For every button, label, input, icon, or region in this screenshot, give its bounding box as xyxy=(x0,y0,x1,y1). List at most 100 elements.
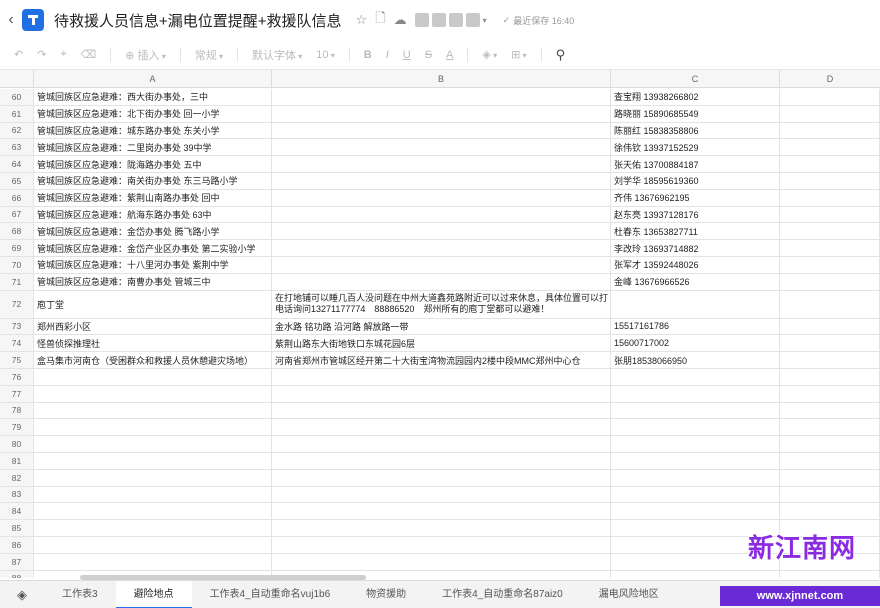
cell-a[interactable] xyxy=(34,520,272,536)
cell-c[interactable] xyxy=(611,402,780,419)
document-info-icon[interactable]: 🗋 xyxy=(375,9,385,31)
italic-icon[interactable]: I xyxy=(386,49,389,61)
cell-d[interactable] xyxy=(780,122,880,139)
cell-b[interactable] xyxy=(272,553,611,570)
cell-a[interactable]: 管城回族区应急避难：紫荆山南路办事处 回中 xyxy=(34,189,272,206)
cell-b[interactable] xyxy=(272,240,611,256)
column-header-b[interactable]: B xyxy=(272,70,611,88)
cell-d[interactable] xyxy=(780,189,880,206)
row-number[interactable]: 74 xyxy=(0,335,34,352)
cell-a[interactable]: 管城回族区应急避难：北下街办事处 回一小学 xyxy=(34,105,272,122)
row-number[interactable]: 73 xyxy=(0,318,34,335)
cell-b[interactable] xyxy=(272,273,611,290)
cell-d[interactable] xyxy=(780,436,880,452)
cell-a[interactable] xyxy=(34,436,272,452)
sheet-tab[interactable]: 物资援助 xyxy=(348,581,424,608)
cell-b[interactable] xyxy=(272,520,611,536)
cell-b[interactable] xyxy=(272,105,611,122)
cell-c[interactable]: 15600717002 xyxy=(611,335,780,352)
row-number[interactable]: 62 xyxy=(0,122,34,139)
cell-d[interactable] xyxy=(780,256,880,273)
cell-b[interactable] xyxy=(272,139,611,156)
cell-c[interactable] xyxy=(611,503,780,520)
cell-d[interactable] xyxy=(780,368,880,385)
cell-a[interactable] xyxy=(34,452,272,469)
cell-d[interactable] xyxy=(780,89,880,105)
cell-c[interactable]: 徐伟钦 13937152529 xyxy=(611,139,780,156)
cell-d[interactable] xyxy=(780,240,880,256)
back-chevron-icon[interactable]: ‹ xyxy=(0,11,22,29)
text-color-icon[interactable]: A xyxy=(446,49,453,61)
row-number[interactable]: 87 xyxy=(0,553,34,570)
cell-a[interactable] xyxy=(34,385,272,402)
cell-d[interactable] xyxy=(780,419,880,436)
insert-button[interactable]: ⊕ 插入 xyxy=(125,47,166,63)
cell-d[interactable] xyxy=(780,172,880,189)
cell-d[interactable] xyxy=(780,223,880,240)
select-all-corner[interactable] xyxy=(0,70,34,88)
avatar[interactable] xyxy=(431,13,446,27)
underline-icon[interactable]: U xyxy=(403,49,411,61)
row-number[interactable]: 70 xyxy=(0,256,34,273)
cell-b[interactable] xyxy=(272,402,611,419)
cell-c[interactable] xyxy=(611,436,780,452)
cell-b[interactable] xyxy=(272,206,611,223)
column-header-a[interactable]: A xyxy=(34,70,272,88)
fill-color-icon[interactable]: ◈ xyxy=(482,48,497,61)
sheet-tab[interactable]: 工作表3 xyxy=(44,581,116,608)
cell-c[interactable]: 张朋18538066950 xyxy=(611,352,780,368)
cell-b[interactable]: 金水路 铭功路 沿河路 解放路一带 xyxy=(272,318,611,335)
cell-d[interactable] xyxy=(780,139,880,156)
cell-a[interactable]: 管城回族区应急避难：二里岗办事处 39中学 xyxy=(34,139,272,156)
cell-a[interactable] xyxy=(34,536,272,553)
row-number[interactable]: 78 xyxy=(0,402,34,419)
cell-d[interactable] xyxy=(780,206,880,223)
sheet-tab[interactable]: 漏电风险地区 xyxy=(581,581,677,608)
cell-c[interactable]: 路晓丽 15890685549 xyxy=(611,105,780,122)
undo-icon[interactable]: ↶ xyxy=(14,48,23,61)
cell-c[interactable] xyxy=(611,452,780,469)
cell-b[interactable] xyxy=(272,156,611,172)
cell-b[interactable] xyxy=(272,368,611,385)
cell-d[interactable] xyxy=(780,335,880,352)
cell-a[interactable]: 管城回族区应急避难：金岱办事处 腾飞路小学 xyxy=(34,223,272,240)
cell-c[interactable]: 李改玲 13693714882 xyxy=(611,240,780,256)
sheet-list-layers-icon[interactable]: ◈ xyxy=(0,587,44,603)
column-header-d[interactable]: D xyxy=(780,70,880,88)
cell-d[interactable] xyxy=(780,156,880,172)
row-number[interactable]: 76 xyxy=(0,368,34,385)
row-number[interactable]: 69 xyxy=(0,240,34,256)
row-number[interactable]: 84 xyxy=(0,503,34,520)
sheet-tab[interactable]: 工作表4_自动重命名vuj1b6 xyxy=(192,581,349,608)
row-number[interactable]: 68 xyxy=(0,223,34,240)
cell-a[interactable] xyxy=(34,402,272,419)
sheet-tab[interactable]: 工作表4_自动重命名87aiz0 xyxy=(424,581,581,608)
cell-a[interactable]: 庖丁堂 xyxy=(34,290,272,318)
cell-a[interactable] xyxy=(34,503,272,520)
row-number[interactable]: 60 xyxy=(0,89,34,105)
cell-c[interactable]: 15517161786 xyxy=(611,318,780,335)
cell-b[interactable] xyxy=(272,189,611,206)
row-number[interactable]: 71 xyxy=(0,273,34,290)
font-size-dropdown[interactable]: 10 xyxy=(316,49,335,61)
cell-d[interactable] xyxy=(780,105,880,122)
cell-a[interactable] xyxy=(34,419,272,436)
redo-icon[interactable]: ↷ xyxy=(37,48,46,61)
star-icon[interactable]: ☆ xyxy=(356,12,368,28)
cell-c[interactable]: 张军才 13592448026 xyxy=(611,256,780,273)
font-family-dropdown[interactable]: 默认字体 xyxy=(252,47,302,63)
cell-b[interactable] xyxy=(272,419,611,436)
cell-a[interactable]: 管城回族区应急避难：城东路办事处 东关小学 xyxy=(34,122,272,139)
bold-icon[interactable]: B xyxy=(364,49,372,61)
cell-b[interactable] xyxy=(272,486,611,503)
row-number[interactable]: 66 xyxy=(0,189,34,206)
cell-c[interactable] xyxy=(611,368,780,385)
cell-d[interactable] xyxy=(780,290,880,318)
row-number[interactable]: 63 xyxy=(0,139,34,156)
cell-c[interactable] xyxy=(611,469,780,486)
cell-d[interactable] xyxy=(780,503,880,520)
cell-b[interactable] xyxy=(272,385,611,402)
format-painter-icon[interactable]: ⌖ xyxy=(60,48,66,61)
row-number[interactable]: 85 xyxy=(0,520,34,536)
cell-a[interactable]: 郑州西彩小区 xyxy=(34,318,272,335)
